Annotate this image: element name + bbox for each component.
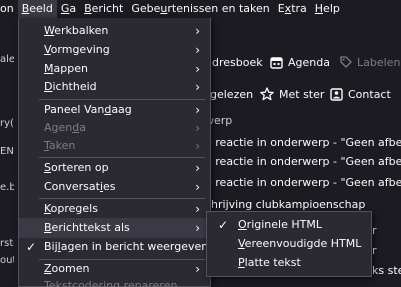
submenu-item-simple-html[interactable]: Vereenvoudigde HTML: [207, 234, 371, 254]
menu-item-tasks[interactable]: Taken ›: [19, 136, 210, 156]
message-row[interactable]: r: [372, 222, 401, 240]
star-icon: [260, 87, 274, 101]
view-menu: Werkbalken › Vormgeving › Mappen › Dichthei…: [18, 18, 211, 287]
message-row[interactable]: e reactie in onderwerp - "Geen afbeeldin…: [205, 134, 401, 152]
chevron-right-icon: ›: [195, 221, 200, 235]
menubar-item-help[interactable]: Help: [311, 0, 344, 18]
left-edge-text: EN: [0, 146, 14, 157]
agenda-button[interactable]: Agenda: [270, 56, 330, 69]
menubar: on Beeld Ga Bericht Gebeurtenissen en ta…: [0, 0, 401, 18]
chevron-right-icon: ›: [195, 161, 200, 175]
labels-button[interactable]: Labelen: [340, 56, 400, 69]
menubar-item-events[interactable]: Gebeurtenissen en taken: [127, 0, 273, 18]
message-row[interactable]: e reactie in onderwerp - "Geen afbeeldin…: [205, 153, 401, 171]
chevron-right-icon: ›: [195, 103, 200, 117]
menubar-item-file[interactable]: on: [0, 0, 18, 18]
menu-item-threads[interactable]: Conversaties ›: [19, 177, 210, 197]
chevron-right-icon: ›: [195, 180, 200, 194]
message-row[interactable]: r: [372, 242, 401, 260]
menu-item-folders[interactable]: Mappen ›: [19, 59, 210, 79]
left-edge-text: e.b: [0, 182, 14, 193]
menu-item-message-body-as[interactable]: Berichttekst als ›: [19, 218, 210, 238]
menubar-item-extra[interactable]: Extra: [274, 0, 311, 18]
tag-icon: [340, 56, 352, 68]
contact-icon: [330, 87, 343, 101]
chevron-right-icon: ›: [195, 121, 200, 135]
filter-contact-button[interactable]: Contact: [330, 88, 391, 101]
chevron-right-icon: ›: [195, 24, 200, 38]
filter-starred-button[interactable]: Met ster: [260, 87, 324, 101]
menu-item-layout[interactable]: Vormgeving ›: [19, 40, 210, 60]
menubar-item-message[interactable]: Bericht: [80, 0, 127, 18]
menubar-item-view[interactable]: Beeld: [17, 0, 57, 18]
filter-starred-label: Met ster: [279, 87, 325, 101]
menu-item-agenda[interactable]: Agenda ›: [19, 118, 210, 138]
checkmark-icon: ✓: [218, 218, 229, 232]
address-book-label: dresboek: [212, 55, 263, 69]
menubar-item-go[interactable]: Ga: [57, 0, 80, 18]
menu-item-density[interactable]: Dichtheid ›: [19, 77, 210, 97]
submenu-item-plain-text[interactable]: Platte tekst: [207, 253, 371, 273]
left-edge-text: out: [0, 255, 14, 266]
submenu-item-original-html[interactable]: ✓ Originele HTML: [207, 215, 371, 235]
left-edge-text: rste: [0, 238, 14, 249]
menu-item-toolbars[interactable]: Werkbalken ›: [19, 21, 210, 41]
chevron-right-icon: ›: [195, 139, 200, 153]
checkmark-icon: ✓: [26, 240, 37, 254]
address-book-button[interactable]: dresboek: [212, 56, 263, 69]
message-row[interactable]: ks ster: [372, 262, 401, 280]
calendar-icon: [270, 56, 283, 69]
chevron-right-icon: ›: [195, 43, 200, 57]
menu-item-today-pane[interactable]: Paneel Vandaag ›: [19, 100, 210, 120]
message-body-submenu: ✓ Originele HTML Vereenvoudigde HTML Plat…: [206, 211, 372, 277]
agenda-label: Agenda: [288, 55, 330, 69]
menu-item-show-attachments-inline[interactable]: ✓ Bijlagen in bericht weergeven: [19, 237, 210, 257]
left-edge-text: ry(: [0, 118, 14, 129]
filter-contact-label: Contact: [348, 87, 391, 101]
filter-unread-button[interactable]: gelezen: [210, 88, 253, 101]
message-row[interactable]: e reactie in onderwerp - "Geen afbeeldin…: [205, 174, 401, 192]
menu-item-repair-text-encoding[interactable]: Tekstcodering repareren: [19, 276, 210, 287]
labels-label: Labelen: [357, 55, 401, 69]
chevron-right-icon: ›: [195, 80, 200, 94]
menu-item-sort-by[interactable]: Sorteren op ›: [19, 158, 210, 178]
column-header-subject[interactable]: werp: [205, 112, 401, 130]
chevron-right-icon: ›: [195, 202, 200, 216]
filter-unread-label: gelezen: [210, 87, 254, 101]
chevron-right-icon: ›: [195, 62, 200, 76]
menu-item-headers[interactable]: Kopregels ›: [19, 199, 210, 219]
